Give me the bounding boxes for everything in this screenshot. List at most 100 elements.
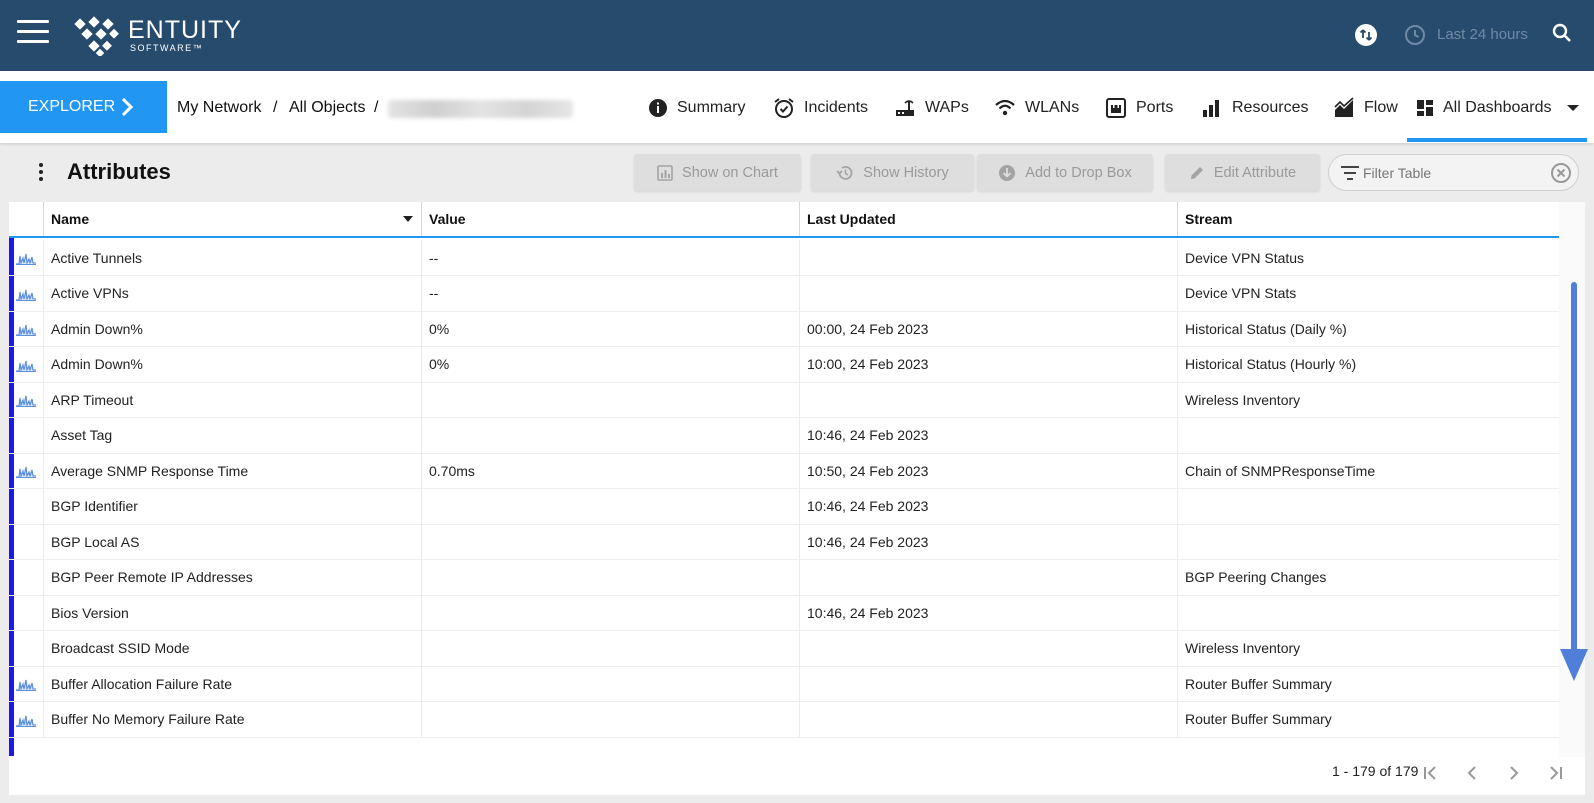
chartable-icon [16, 466, 36, 478]
table-row[interactable]: Broadcast SSID Mode Wireless Inventory [9, 630, 1559, 667]
cell-last-updated [800, 240, 1178, 275]
breadcrumb-all-objects[interactable]: All Objects [289, 99, 365, 117]
pagination: 1 - 179 of 179 [9, 750, 1585, 795]
next-page-icon[interactable] [1503, 762, 1525, 784]
chevron-down-icon [1566, 105, 1579, 111]
table-row[interactable]: Bios Version 10:46, 24 Feb 2023 [9, 595, 1559, 631]
breadcrumb-current-object-redacted [388, 100, 573, 118]
cell-chart [9, 630, 44, 666]
column-header-value[interactable]: Value [422, 202, 800, 236]
clock-icon [1405, 25, 1425, 45]
table-row[interactable]: Admin Down% 0% 10:00, 24 Feb 2023 Historica… [9, 346, 1559, 383]
table-row[interactable]: Active VPNs -- Device VPN Stats [9, 275, 1559, 312]
cell-stream: Wireless Inventory [1185, 640, 1301, 656]
tab-waps[interactable]: WAPs [894, 95, 969, 121]
tab-summary[interactable]: Summary [648, 95, 745, 121]
chartable-icon [16, 360, 36, 372]
sync-icon[interactable] [1355, 24, 1377, 46]
cell-chart [9, 346, 44, 382]
chartable-icon [16, 289, 36, 301]
tab-wlans[interactable]: WLANs [994, 95, 1079, 121]
cell-stream: Router Buffer Summary [1185, 711, 1332, 727]
cell-stream: BGP Peering Changes [1185, 569, 1327, 585]
cell-last-updated [800, 559, 1178, 595]
cell-name: Buffer Allocation Failure Rate [44, 666, 422, 701]
cell-chart [9, 595, 44, 630]
cell-chart [9, 453, 44, 488]
table-row[interactable]: ARP Timeout Wireless Inventory [9, 382, 1559, 418]
tab-incidents[interactable]: Incidents [773, 95, 868, 121]
cell-value: 0% [422, 346, 800, 382]
column-header-name[interactable]: Name [44, 202, 422, 236]
cell-last-updated: 10:46, 24 Feb 2023 [800, 595, 1178, 630]
sort-descending-icon [403, 216, 413, 222]
tab-flow[interactable]: Flow [1333, 95, 1398, 121]
cell-last-updated [800, 701, 1178, 737]
table-row[interactable]: BGP Identifier 10:46, 24 Feb 2023 [9, 488, 1559, 525]
button-label: Add to Drop Box [1025, 164, 1132, 181]
tab-label: Ports [1136, 99, 1174, 116]
cell-value: 0.70ms [422, 453, 800, 488]
previous-page-icon[interactable] [1461, 762, 1483, 784]
show-on-chart-button[interactable]: Show on Chart [634, 154, 801, 191]
table-row[interactable]: Asset Tag 10:46, 24 Feb 2023 [9, 417, 1559, 454]
cell-chart [9, 311, 44, 346]
history-icon [836, 165, 853, 180]
cell-name: Average SNMP Response Time [44, 453, 422, 488]
column-header-stream[interactable]: Stream [1178, 202, 1559, 236]
cell-stream: Chain of SNMPResponseTime [1185, 462, 1376, 479]
tab-label: WLANs [1025, 99, 1080, 116]
show-history-button[interactable]: Show History [811, 154, 974, 191]
column-label: Stream [1185, 211, 1233, 227]
filter-table-input[interactable] [1363, 163, 1543, 183]
first-page-icon[interactable] [1419, 762, 1441, 784]
search-icon[interactable] [1551, 22, 1573, 44]
cell-value [422, 630, 800, 666]
tab-resources[interactable]: Resources [1201, 95, 1308, 121]
cell-stream: Device VPN Stats [1185, 285, 1297, 301]
table-row[interactable]: Average SNMP Response Time 0.70ms 10:50, 2… [9, 453, 1559, 489]
cell-value [422, 488, 800, 524]
explorer-button[interactable]: EXPLORER [0, 81, 167, 133]
edit-attribute-button[interactable]: Edit Attribute [1165, 154, 1320, 191]
cell-chart [9, 524, 44, 559]
table-row[interactable]: Admin Down% 0% 00:00, 24 Feb 2023 Historica… [9, 311, 1559, 347]
table-row[interactable]: Buffer No Memory Failure Rate Router Buff… [9, 701, 1559, 738]
time-range-selector[interactable]: Last 24 hours [1437, 26, 1528, 43]
drop-box-icon [999, 164, 1016, 181]
tab-all-dashboards[interactable]: All Dashboards [1416, 95, 1580, 121]
table-row[interactable]: Active Tunnels -- Device VPN Status [9, 240, 1559, 276]
cell-value [422, 666, 800, 701]
chartable-icon [16, 679, 36, 691]
tab-ports[interactable]: Ports [1105, 95, 1173, 121]
cell-name: BGP Identifier [44, 488, 422, 524]
brand-subtitle: SOFTWARE™ [130, 43, 204, 53]
bar-chart-icon [1203, 100, 1219, 117]
pencil-icon [1190, 166, 1203, 179]
cell-name: Bios Version [44, 595, 422, 630]
breadcrumb-my-network[interactable]: My Network [177, 99, 261, 117]
column-header-last-updated[interactable]: Last Updated [800, 202, 1178, 236]
dashboard-icon [1417, 100, 1433, 116]
cell-value [422, 559, 800, 595]
cell-last-updated [800, 382, 1178, 417]
table-row[interactable]: BGP Peer Remote IP Addresses BGP Peering … [9, 559, 1559, 596]
cell-chart [9, 275, 44, 311]
logo-mark-icon [74, 16, 119, 56]
cell-stream: Historical Status (Daily %) [1185, 320, 1347, 337]
last-page-icon[interactable] [1545, 762, 1567, 784]
table-row[interactable]: Buffer Allocation Failure Rate Router Buf… [9, 666, 1559, 702]
table-row[interactable]: BGP Local AS 10:46, 24 Feb 2023 [9, 524, 1559, 560]
cell-last-updated: 10:46, 24 Feb 2023 [800, 524, 1178, 559]
add-to-drop-box-button[interactable]: Add to Drop Box [977, 154, 1153, 191]
info-icon [649, 99, 667, 117]
cell-name: Admin Down% [44, 311, 422, 346]
filter-icon [1341, 166, 1359, 180]
cell-chart [9, 701, 44, 737]
clear-filter-icon[interactable] [1551, 163, 1571, 183]
menu-icon[interactable] [17, 20, 49, 44]
chart-icon [657, 164, 673, 181]
wifi-icon [995, 99, 1015, 116]
cell-value [422, 595, 800, 630]
more-vert-icon[interactable] [38, 163, 44, 183]
